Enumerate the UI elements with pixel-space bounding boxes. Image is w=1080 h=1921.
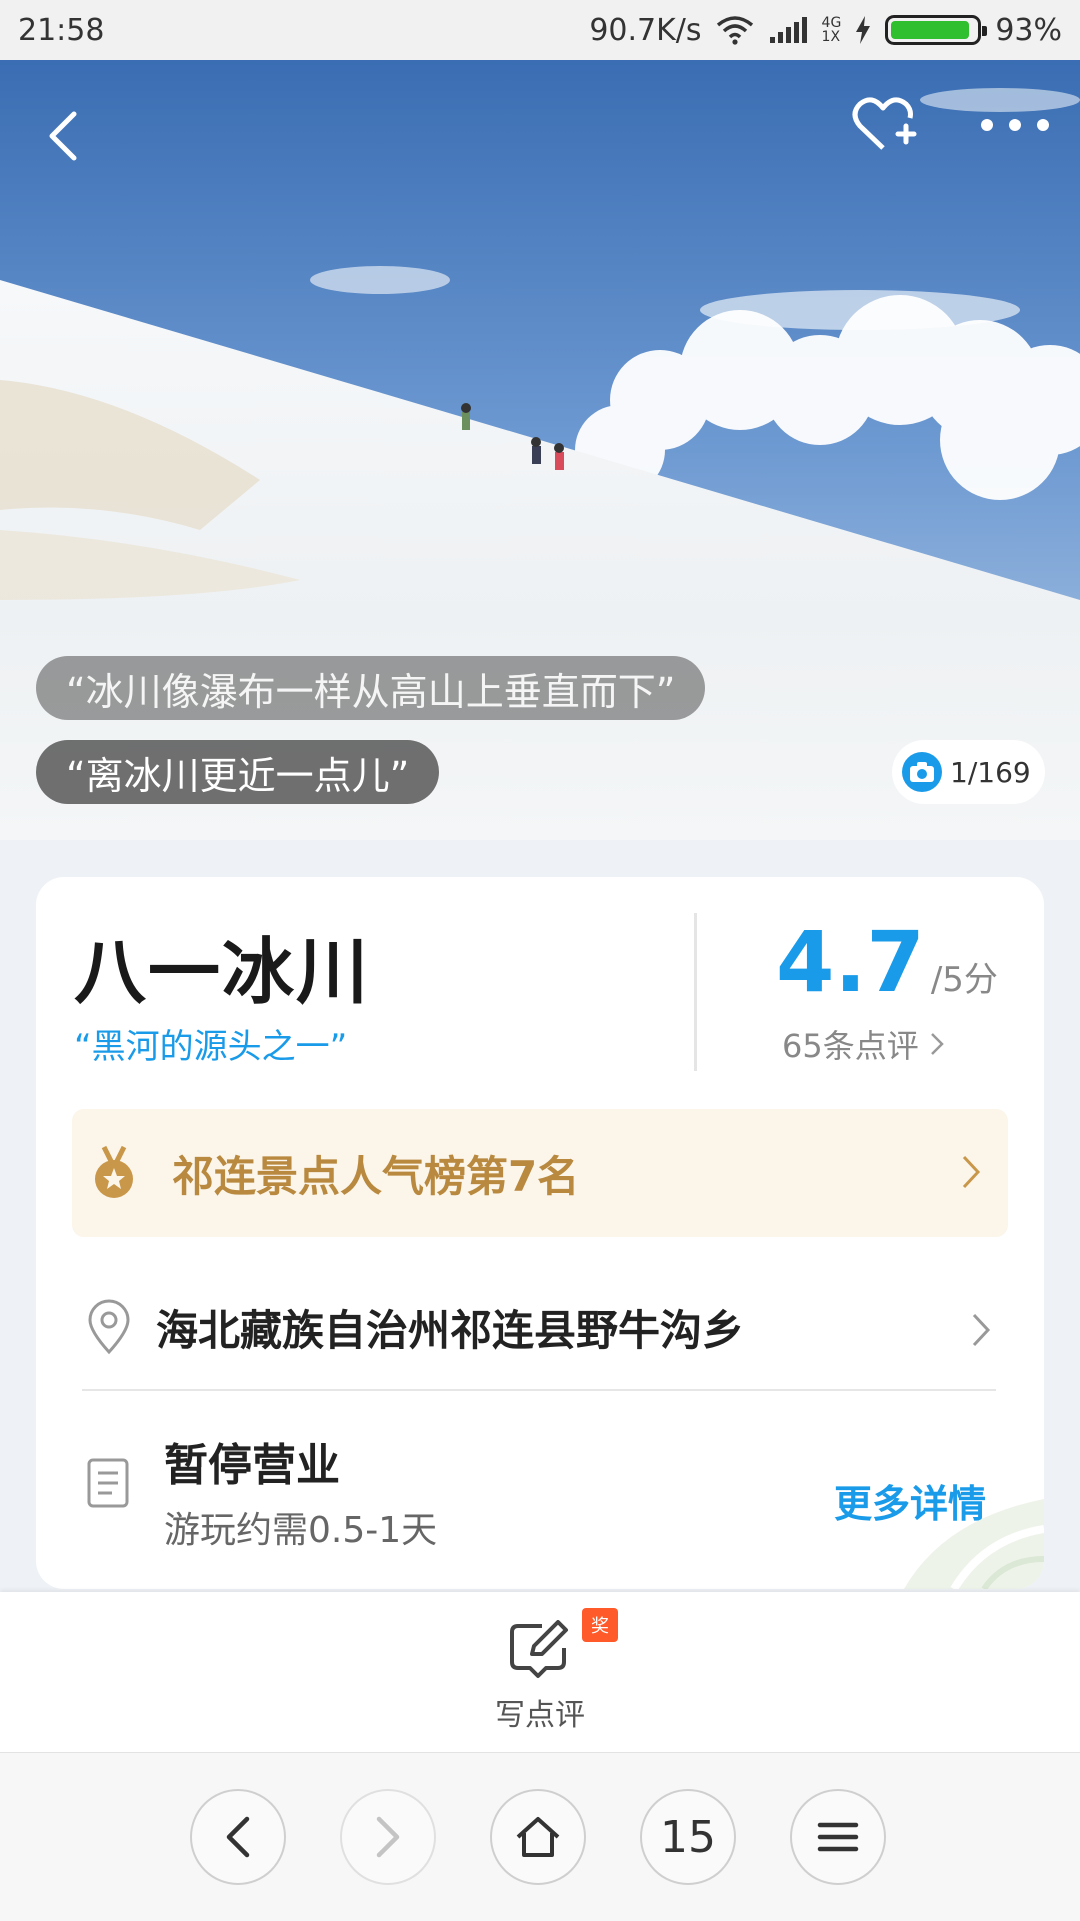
network-type-bottom: 1X	[821, 29, 841, 45]
hero-photo[interactable]: “冰川像瀑布一样从高山上垂直而下” “离冰川更近一点儿” 1/169	[0, 60, 1080, 840]
info-card: 八一冰川 “黑河的源头之一” 4.7 /5分 65条点评 祁连景点人气榜第7名 …	[36, 877, 1044, 1589]
network-speed: 90.7K/s	[589, 12, 702, 48]
home-button[interactable]	[490, 1789, 586, 1885]
glacier-photo	[0, 60, 1080, 840]
back-button[interactable]	[40, 100, 90, 170]
battery-level	[891, 21, 970, 39]
tabs-button[interactable]: 15	[640, 1789, 736, 1885]
favorite-add-icon	[852, 97, 917, 150]
wifi-icon	[716, 15, 754, 45]
address-row[interactable]: 海北藏族自治州祁连县野牛沟乡	[72, 1267, 1008, 1387]
photo-count: 1/169	[950, 755, 1031, 789]
quote-pill-2[interactable]: “离冰川更近一点儿”	[36, 740, 440, 804]
chevron-right-icon	[962, 1155, 981, 1189]
map-thumbnail	[904, 1499, 1044, 1589]
divider	[82, 1389, 996, 1391]
browser-forward-button[interactable]	[340, 1789, 436, 1885]
browser-nav: 15	[0, 1752, 1080, 1921]
review-bar: 写点评 奖	[0, 1592, 1080, 1752]
chevron-right-icon	[930, 1033, 944, 1055]
rating-max: /5分	[930, 960, 998, 1000]
battery-icon	[885, 15, 988, 45]
reward-badge: 奖	[582, 1608, 618, 1642]
home-icon	[516, 1817, 560, 1857]
more-button[interactable]	[975, 105, 1055, 145]
quote-pill-1[interactable]: “冰川像瀑布一样从高山上垂直而下”	[36, 656, 706, 720]
back-arrow-icon	[226, 1816, 250, 1858]
edit-icon	[510, 1620, 568, 1678]
open-status: 暂停营业	[164, 1440, 340, 1491]
forward-arrow-icon	[376, 1816, 400, 1858]
charging-icon	[855, 16, 871, 44]
signal-icon	[768, 15, 808, 45]
write-review-label: 写点评	[495, 1698, 585, 1733]
chevron-right-icon	[972, 1313, 991, 1347]
battery-percent: 93%	[995, 12, 1062, 48]
reviews-link[interactable]: 65条点评	[782, 1021, 945, 1067]
network-type: 4G 1X	[822, 16, 842, 44]
favorite-button[interactable]	[848, 90, 918, 160]
vertical-divider	[694, 913, 697, 1071]
rating-value: 4.7	[776, 913, 925, 1011]
status-time: 21:58	[18, 12, 105, 48]
rank-banner[interactable]: 祁连景点人气榜第7名	[72, 1109, 1008, 1237]
review-count: 65条点评	[782, 1027, 919, 1065]
menu-button[interactable]	[790, 1789, 886, 1885]
rating: 4.7 /5分	[776, 913, 998, 1011]
status-indicators: 90.7K/s 4G 1X 93%	[589, 13, 1062, 48]
medal-icon	[95, 1145, 133, 1198]
address-text: 海北藏族自治州祁连县野牛沟乡	[156, 1305, 745, 1355]
camera-icon	[902, 752, 942, 792]
photo-counter[interactable]: 1/169	[892, 740, 1045, 804]
tab-count: 15	[660, 1811, 716, 1863]
subtitle: “黑河的源头之一”	[74, 1027, 348, 1067]
visit-duration: 游玩约需0.5-1天	[164, 1510, 438, 1551]
menu-icon	[817, 1822, 859, 1852]
rank-text: 祁连景点人气榜第7名	[172, 1151, 580, 1201]
page-title: 八一冰川	[74, 930, 371, 1014]
location-pin-icon	[88, 1299, 130, 1355]
more-icon	[981, 119, 1049, 131]
browser-back-button[interactable]	[190, 1789, 286, 1885]
back-icon	[49, 111, 77, 161]
network-type-top: 4G	[821, 15, 842, 31]
status-bar: 21:58 90.7K/s 4G 1X 93%	[0, 0, 1080, 60]
document-icon	[87, 1458, 129, 1508]
